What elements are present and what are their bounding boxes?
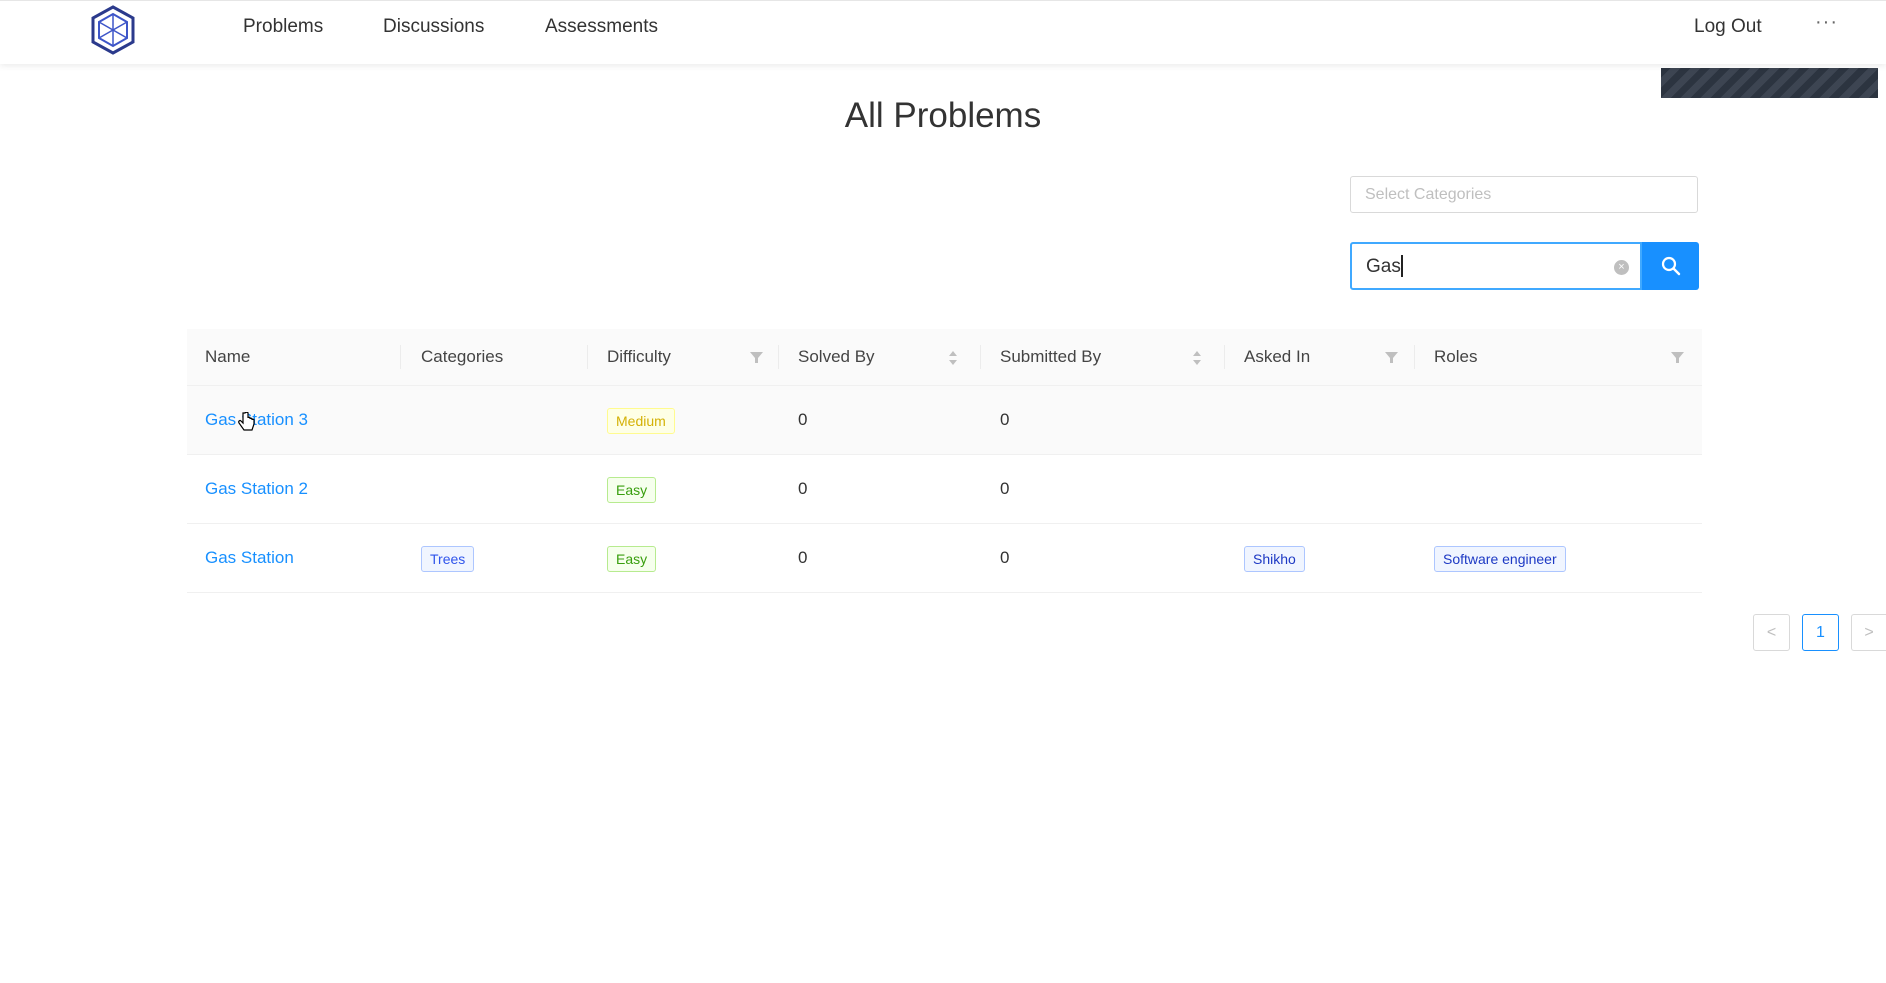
column-header-categories: Categories (421, 347, 504, 366)
solved-by-count: 0 (798, 410, 808, 429)
search-button[interactable] (1642, 242, 1699, 290)
asked-in-filter-icon[interactable] (1385, 351, 1398, 364)
difficulty-filter-icon[interactable] (750, 351, 763, 364)
pagination-next-button[interactable]: > (1851, 614, 1886, 651)
striped-banner (1661, 68, 1878, 98)
submitted-by-count: 0 (1000, 479, 1010, 498)
column-header-asked-in: Asked In (1244, 347, 1311, 366)
nav-assessments[interactable]: Assessments (545, 15, 658, 39)
role-tag: Software engineer (1434, 546, 1566, 572)
column-divider (587, 345, 588, 369)
problems-table: Name Categories Difficulty Solved By Sub… (187, 329, 1702, 593)
column-divider (1224, 345, 1225, 369)
search-icon (1661, 256, 1680, 276)
nav-problems[interactable]: Problems (243, 15, 323, 39)
text-caret (1401, 255, 1403, 277)
clear-icon[interactable]: × (1614, 260, 1629, 275)
categories-select[interactable]: Select Categories (1350, 176, 1698, 213)
category-tag: Trees (421, 546, 475, 572)
column-divider (778, 345, 779, 369)
problem-name-link[interactable]: Gas Station 2 (205, 455, 308, 523)
table-row: Gas Station 3 Medium 0 0 (187, 386, 1702, 455)
solved-by-count: 0 (798, 548, 808, 567)
submitted-by-count: 0 (1000, 410, 1010, 429)
hand-cursor-icon (238, 412, 255, 431)
column-header-submitted-by[interactable]: Submitted By (1000, 329, 1101, 385)
column-divider (400, 345, 401, 369)
column-divider (1414, 345, 1415, 369)
page-title: All Problems (844, 96, 1042, 135)
column-header-difficulty: Difficulty (607, 347, 671, 366)
problem-name-link[interactable]: Gas Station 3 (205, 386, 308, 454)
column-header-name[interactable]: Name (205, 329, 250, 385)
more-menu-icon[interactable]: ··· (1815, 11, 1838, 34)
problem-name-link[interactable]: Gas Station (205, 524, 294, 592)
column-header-roles: Roles (1434, 347, 1478, 366)
pagination-page-1[interactable]: 1 (1802, 614, 1839, 651)
table-row: Gas Station Trees Easy 0 0 Shikho Softwa… (187, 524, 1702, 593)
logout-button[interactable]: Log Out (1694, 15, 1762, 39)
top-navbar: Problems Discussions Assessments Log Out… (0, 0, 1886, 64)
solved-by-count: 0 (798, 479, 808, 498)
pagination-prev-button[interactable]: < (1753, 614, 1790, 651)
column-header-solved-by[interactable]: Solved By (798, 329, 875, 385)
table-header: Name Categories Difficulty Solved By Sub… (187, 329, 1702, 386)
difficulty-badge: Medium (607, 408, 675, 434)
nav-discussions[interactable]: Discussions (383, 15, 484, 39)
difficulty-badge: Easy (607, 477, 657, 503)
difficulty-badge: Easy (607, 546, 657, 572)
roles-filter-icon[interactable] (1671, 351, 1684, 364)
table-row: Gas Station 2 Easy 0 0 (187, 455, 1702, 524)
submitted-by-sort-icon[interactable] (1192, 349, 1202, 367)
column-divider (980, 345, 981, 369)
categories-select-placeholder: Select Categories (1365, 186, 1492, 203)
submitted-by-count: 0 (1000, 548, 1010, 567)
solved-by-sort-icon[interactable] (948, 349, 958, 367)
asked-in-tag: Shikho (1244, 546, 1305, 572)
search-box[interactable]: × (1350, 242, 1642, 290)
app-logo-icon[interactable] (90, 5, 136, 55)
